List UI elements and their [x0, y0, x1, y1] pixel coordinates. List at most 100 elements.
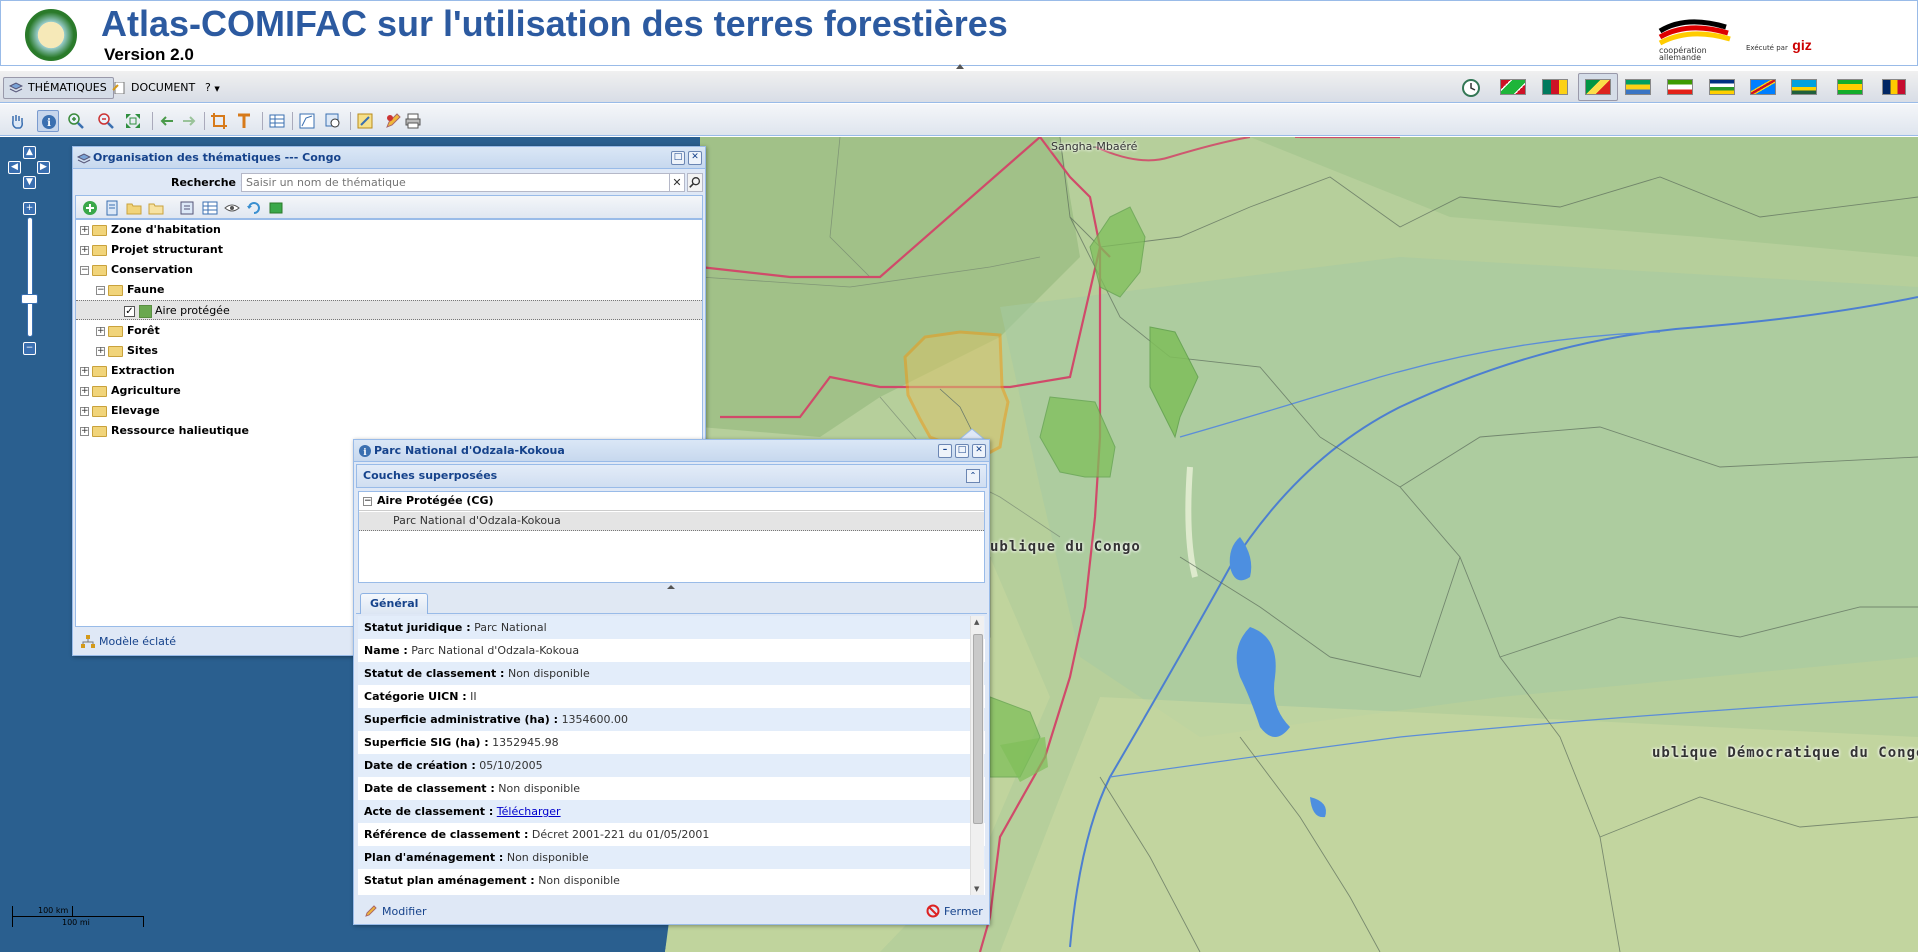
draw-tool[interactable] [382, 110, 404, 132]
flag-cameroun[interactable] [1542, 79, 1568, 95]
edit-layer-icon[interactable] [180, 200, 196, 216]
scale-mi: 100 mi [62, 918, 90, 927]
layer-item-selected[interactable]: Parc National d'Odzala-Kokoua [359, 512, 984, 531]
maximize-button[interactable]: □ [671, 151, 685, 165]
attribute-scrollbar[interactable]: ▲ ▼ [970, 616, 984, 895]
expand-icon[interactable]: + [80, 366, 89, 376]
tree-node[interactable]: + Extraction [80, 361, 175, 381]
toolbar-separator [350, 112, 351, 130]
edit-map-tool[interactable] [354, 110, 376, 132]
collapse-section-button[interactable]: ⌃ [966, 469, 980, 483]
pan-left-button[interactable]: ◀ [8, 161, 21, 174]
collapse-header-icon[interactable] [956, 63, 964, 69]
zoom-in-tool[interactable] [65, 110, 87, 132]
download-link[interactable]: Télécharger [497, 805, 561, 818]
scale-bar: 100 km 100 mi [12, 905, 146, 945]
print-tool[interactable] [402, 110, 424, 132]
tree-node[interactable]: + Elevage [80, 401, 160, 421]
layer-group[interactable]: − Aire Protégée (CG) [359, 492, 984, 511]
flag-centrafrique[interactable] [1709, 79, 1735, 95]
table-tool[interactable] [266, 110, 288, 132]
flag-rwanda[interactable] [1791, 79, 1817, 95]
new-document-icon[interactable] [104, 200, 120, 216]
modify-button[interactable]: Modifier [362, 903, 426, 920]
expand-icon[interactable]: + [96, 346, 105, 356]
tree-node[interactable]: + Projet structurant [80, 240, 223, 260]
search-input[interactable] [241, 173, 673, 192]
collapse-icon[interactable]: − [80, 265, 89, 275]
tree-node-selected[interactable]: ✓ Aire protégée [76, 300, 702, 320]
open-folder-icon[interactable] [148, 200, 164, 216]
flag-sao-tome[interactable] [1837, 79, 1863, 95]
zoom-slider-handle[interactable] [21, 294, 38, 304]
flag-gabon[interactable] [1625, 79, 1651, 95]
flag-rdc[interactable] [1750, 79, 1776, 95]
scroll-up-icon[interactable]: ▲ [974, 618, 979, 626]
next-extent-tool[interactable] [178, 110, 200, 132]
attribute-value: Non disponible [498, 782, 581, 795]
zoom-slider-track[interactable] [27, 217, 33, 337]
feature-info-header[interactable]: i Parc National d'Odzala-Kokoua – □ ✕ [354, 440, 989, 462]
map-layer-icon[interactable] [268, 200, 284, 216]
expand-icon[interactable]: + [96, 326, 105, 336]
tab-general[interactable]: Général [360, 593, 429, 614]
search-button[interactable] [687, 173, 703, 192]
tree-node[interactable]: − Faune [96, 280, 164, 300]
tree-node[interactable]: + Forêt [96, 321, 160, 341]
tree-node[interactable]: − Conservation [80, 260, 193, 280]
close-button[interactable]: ✕ [688, 151, 702, 165]
clear-search-button[interactable]: ✕ [669, 173, 685, 192]
tree-node[interactable]: + Sites [96, 341, 158, 361]
pin-button[interactable]: – [938, 444, 952, 458]
overview-tool[interactable] [296, 110, 318, 132]
refresh-icon[interactable] [246, 200, 262, 216]
layer-manager-tool[interactable] [322, 110, 344, 132]
flag-guinee-equatoriale[interactable] [1667, 79, 1693, 95]
close-info-button[interactable]: Fermer [924, 903, 983, 920]
expand-icon[interactable]: + [80, 426, 89, 436]
full-extent-tool[interactable] [122, 110, 144, 132]
tree-node[interactable]: + Zone d'habitation [80, 220, 221, 240]
expand-icon[interactable]: + [80, 225, 89, 235]
expand-icon[interactable]: + [80, 406, 89, 416]
tree-node[interactable]: + Agriculture [80, 381, 181, 401]
pan-tool[interactable] [6, 110, 28, 132]
cooperation-allemande-logo: coopération allemande [1658, 19, 1731, 61]
tree-node[interactable]: + Ressource halieutique [80, 421, 249, 441]
themes-panel-header[interactable]: Organisation des thématiques --- Congo □… [73, 147, 705, 169]
info-tool[interactable]: i [37, 110, 59, 132]
flag-tchad[interactable] [1882, 79, 1906, 95]
eye-icon[interactable] [224, 200, 240, 216]
layer-checkbox[interactable]: ✓ [124, 305, 135, 317]
crop-tool[interactable] [208, 110, 230, 132]
zoom-in-button[interactable]: + [23, 202, 36, 215]
new-folder-icon[interactable] [126, 200, 142, 216]
pan-up-button[interactable]: ▲ [23, 146, 36, 159]
menu-document[interactable]: DOCUMENT [106, 77, 202, 99]
flag-burundi[interactable] [1500, 79, 1526, 95]
pan-right-button[interactable]: ▶ [37, 161, 50, 174]
scale-tick [143, 916, 144, 927]
maximize-button[interactable]: □ [955, 444, 969, 458]
table-icon[interactable] [202, 200, 218, 216]
clock-icon[interactable] [1461, 78, 1481, 98]
add-icon[interactable] [82, 200, 98, 216]
expand-icon[interactable]: + [80, 245, 89, 255]
previous-extent-tool[interactable] [156, 110, 178, 132]
zoom-out-button[interactable]: − [23, 342, 36, 355]
zoom-out-tool[interactable] [95, 110, 117, 132]
menu-thematiques[interactable]: THÉMATIQUES [3, 77, 114, 99]
close-button[interactable]: ✕ [972, 444, 986, 458]
exploded-model-button[interactable]: Modèle éclaté [99, 635, 176, 648]
tree-node-label: Faune [127, 283, 165, 296]
measure-tool[interactable] [233, 110, 255, 132]
pan-down-button[interactable]: ▼ [23, 176, 36, 189]
scroll-thumb[interactable] [973, 634, 983, 824]
flag-congo[interactable] [1585, 79, 1611, 95]
scroll-down-icon[interactable]: ▼ [974, 885, 979, 893]
menu-help[interactable]: ? ▼ [196, 77, 227, 99]
expand-icon[interactable]: + [80, 386, 89, 396]
menu-thematiques-label: THÉMATIQUES [28, 81, 107, 94]
collapse-icon[interactable]: − [363, 497, 372, 506]
collapse-icon[interactable]: − [96, 285, 105, 295]
